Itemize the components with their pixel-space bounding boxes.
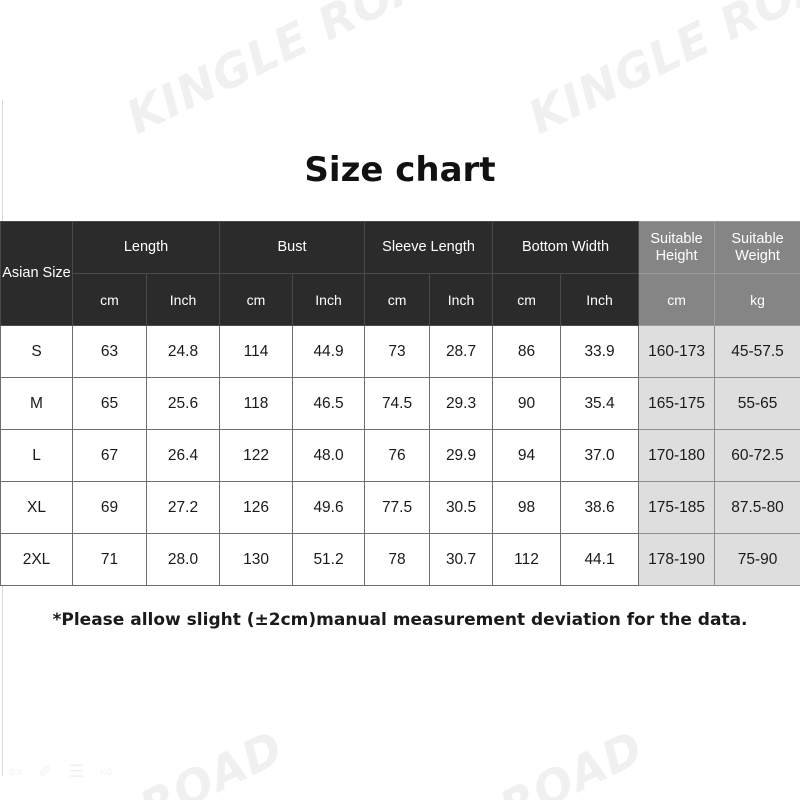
size-chart-page: KINGLE ROAD KINGLE ROAD KINGLE ROAD KING…	[0, 0, 800, 800]
cell-bust-cm: 118	[219, 377, 294, 430]
cell-bust-inch: 46.5	[292, 377, 366, 430]
watermark-text: KINGLE ROAD	[0, 720, 292, 800]
page-title: Size chart	[304, 150, 496, 190]
back-arrow-icon: ⇦	[8, 762, 23, 782]
header-suitable-weight: Suitable Weight	[714, 221, 800, 274]
cell-size: L	[0, 429, 73, 482]
cell-bottom-cm: 98	[492, 481, 562, 534]
header-bust-inch: Inch	[292, 273, 366, 326]
watermark-text: KINGLE ROAD	[300, 720, 652, 800]
cell-bottom-inch: 37.0	[560, 429, 640, 482]
cell-height-cm: 178-190	[638, 533, 716, 586]
watermark-text: KINGLE ROAD	[118, 0, 470, 145]
cell-length-inch: 25.6	[145, 377, 221, 430]
cell-bottom-cm: 94	[492, 429, 562, 482]
cell-length-cm: 69	[72, 481, 147, 534]
cell-weight-kg: 87.5-80	[714, 481, 800, 534]
cell-weight-kg: 55-65	[714, 377, 800, 430]
cell-bottom-cm: 86	[492, 325, 562, 378]
table-header-group-row: Asian Size Length Bust Sleeve Length Bot…	[0, 221, 800, 326]
cell-bottom-inch: 33.9	[560, 325, 640, 378]
cell-size: XL	[0, 481, 73, 534]
cell-bottom-inch: 44.1	[560, 533, 640, 586]
header-sleeve-length: Sleeve Length	[364, 221, 494, 274]
table-row: 2XL 71 28.0 130 51.2 78 30.7 112 44.1 17…	[0, 533, 800, 586]
header-height-cm: cm	[638, 273, 716, 326]
cell-length-cm: 71	[72, 533, 147, 586]
table-header-unit-row: cm Inch cm Inch cm Inch cm Inch cm kg	[1, 273, 800, 326]
header-suitable-height: Suitable Height	[638, 221, 716, 274]
cell-bust-inch: 51.2	[292, 533, 366, 586]
cell-bottom-inch: 35.4	[560, 377, 640, 430]
cell-size: M	[0, 377, 73, 430]
cell-length-cm: 65	[72, 377, 147, 430]
cell-sleeve-inch: 30.5	[429, 481, 494, 534]
table-body: S 63 24.8 114 44.9 73 28.7 86 33.9 160-1…	[0, 325, 800, 586]
table-row: L 67 26.4 122 48.0 76 29.9 94 37.0 170-1…	[0, 429, 800, 482]
menu-icon: ☰	[68, 762, 84, 782]
cell-bust-cm: 126	[219, 481, 294, 534]
cell-length-inch: 27.2	[145, 481, 221, 534]
measurement-disclaimer: *Please allow slight (±2cm)manual measur…	[52, 610, 748, 630]
header-bust-cm: cm	[219, 273, 294, 326]
header-weight-kg: kg	[714, 273, 800, 326]
header-sleeve-cm: cm	[364, 273, 431, 326]
ghost-toolbar: ⇦ ✐ ☰ ⇨	[8, 764, 114, 781]
cell-weight-kg: 75-90	[714, 533, 800, 586]
cell-bust-cm: 114	[219, 325, 294, 378]
cell-size: 2XL	[0, 533, 73, 586]
cell-sleeve-cm: 74.5	[364, 377, 431, 430]
cell-sleeve-inch: 28.7	[429, 325, 494, 378]
header-length-inch: Inch	[145, 273, 221, 326]
header-bottom-cm: cm	[492, 273, 562, 326]
header-length-cm: cm	[72, 273, 147, 326]
table-header: Asian Size Length Bust Sleeve Length Bot…	[0, 221, 800, 326]
pen-icon: ✐	[38, 762, 53, 782]
cell-bust-inch: 49.6	[292, 481, 366, 534]
cell-sleeve-cm: 73	[364, 325, 431, 378]
cell-height-cm: 160-173	[638, 325, 716, 378]
cell-length-cm: 67	[72, 429, 147, 482]
cell-bust-inch: 48.0	[292, 429, 366, 482]
cell-weight-kg: 60-72.5	[714, 429, 800, 482]
header-bottom-inch: Inch	[560, 273, 640, 326]
cell-length-inch: 24.8	[145, 325, 221, 378]
table-row: S 63 24.8 114 44.9 73 28.7 86 33.9 160-1…	[0, 325, 800, 378]
header-length: Length	[71, 221, 221, 274]
watermark-text: KINGLE ROAD	[520, 0, 800, 145]
cell-length-cm: 63	[72, 325, 147, 378]
cell-bottom-inch: 38.6	[560, 481, 640, 534]
header-sleeve-inch: Inch	[429, 273, 494, 326]
cell-sleeve-cm: 76	[364, 429, 431, 482]
cell-bust-inch: 44.9	[292, 325, 366, 378]
cell-bust-cm: 130	[219, 533, 294, 586]
table-row: M 65 25.6 118 46.5 74.5 29.3 90 35.4 165…	[0, 377, 800, 430]
cell-sleeve-cm: 78	[364, 533, 431, 586]
cell-sleeve-cm: 77.5	[364, 481, 431, 534]
cell-height-cm: 165-175	[638, 377, 716, 430]
cell-bottom-cm: 112	[492, 533, 562, 586]
size-chart-table: Asian Size Length Bust Sleeve Length Bot…	[0, 221, 800, 586]
cell-length-inch: 28.0	[145, 533, 221, 586]
cell-bust-cm: 122	[219, 429, 294, 482]
header-bust: Bust	[219, 221, 366, 274]
cell-bottom-cm: 90	[492, 377, 562, 430]
watermark-text: KINGLE ROAD	[700, 720, 800, 800]
header-bottom-width: Bottom Width	[492, 221, 640, 274]
forward-arrow-icon: ⇨	[99, 762, 114, 782]
cell-weight-kg: 45-57.5	[714, 325, 800, 378]
cell-sleeve-inch: 30.7	[429, 533, 494, 586]
cell-size: S	[0, 325, 73, 378]
cell-sleeve-inch: 29.9	[429, 429, 494, 482]
cell-height-cm: 170-180	[638, 429, 716, 482]
cell-height-cm: 175-185	[638, 481, 716, 534]
table-row: XL 69 27.2 126 49.6 77.5 30.5 98 38.6 17…	[0, 481, 800, 534]
header-asian-size: Asian Size	[0, 221, 73, 326]
cell-length-inch: 26.4	[145, 429, 221, 482]
cell-sleeve-inch: 29.3	[429, 377, 494, 430]
